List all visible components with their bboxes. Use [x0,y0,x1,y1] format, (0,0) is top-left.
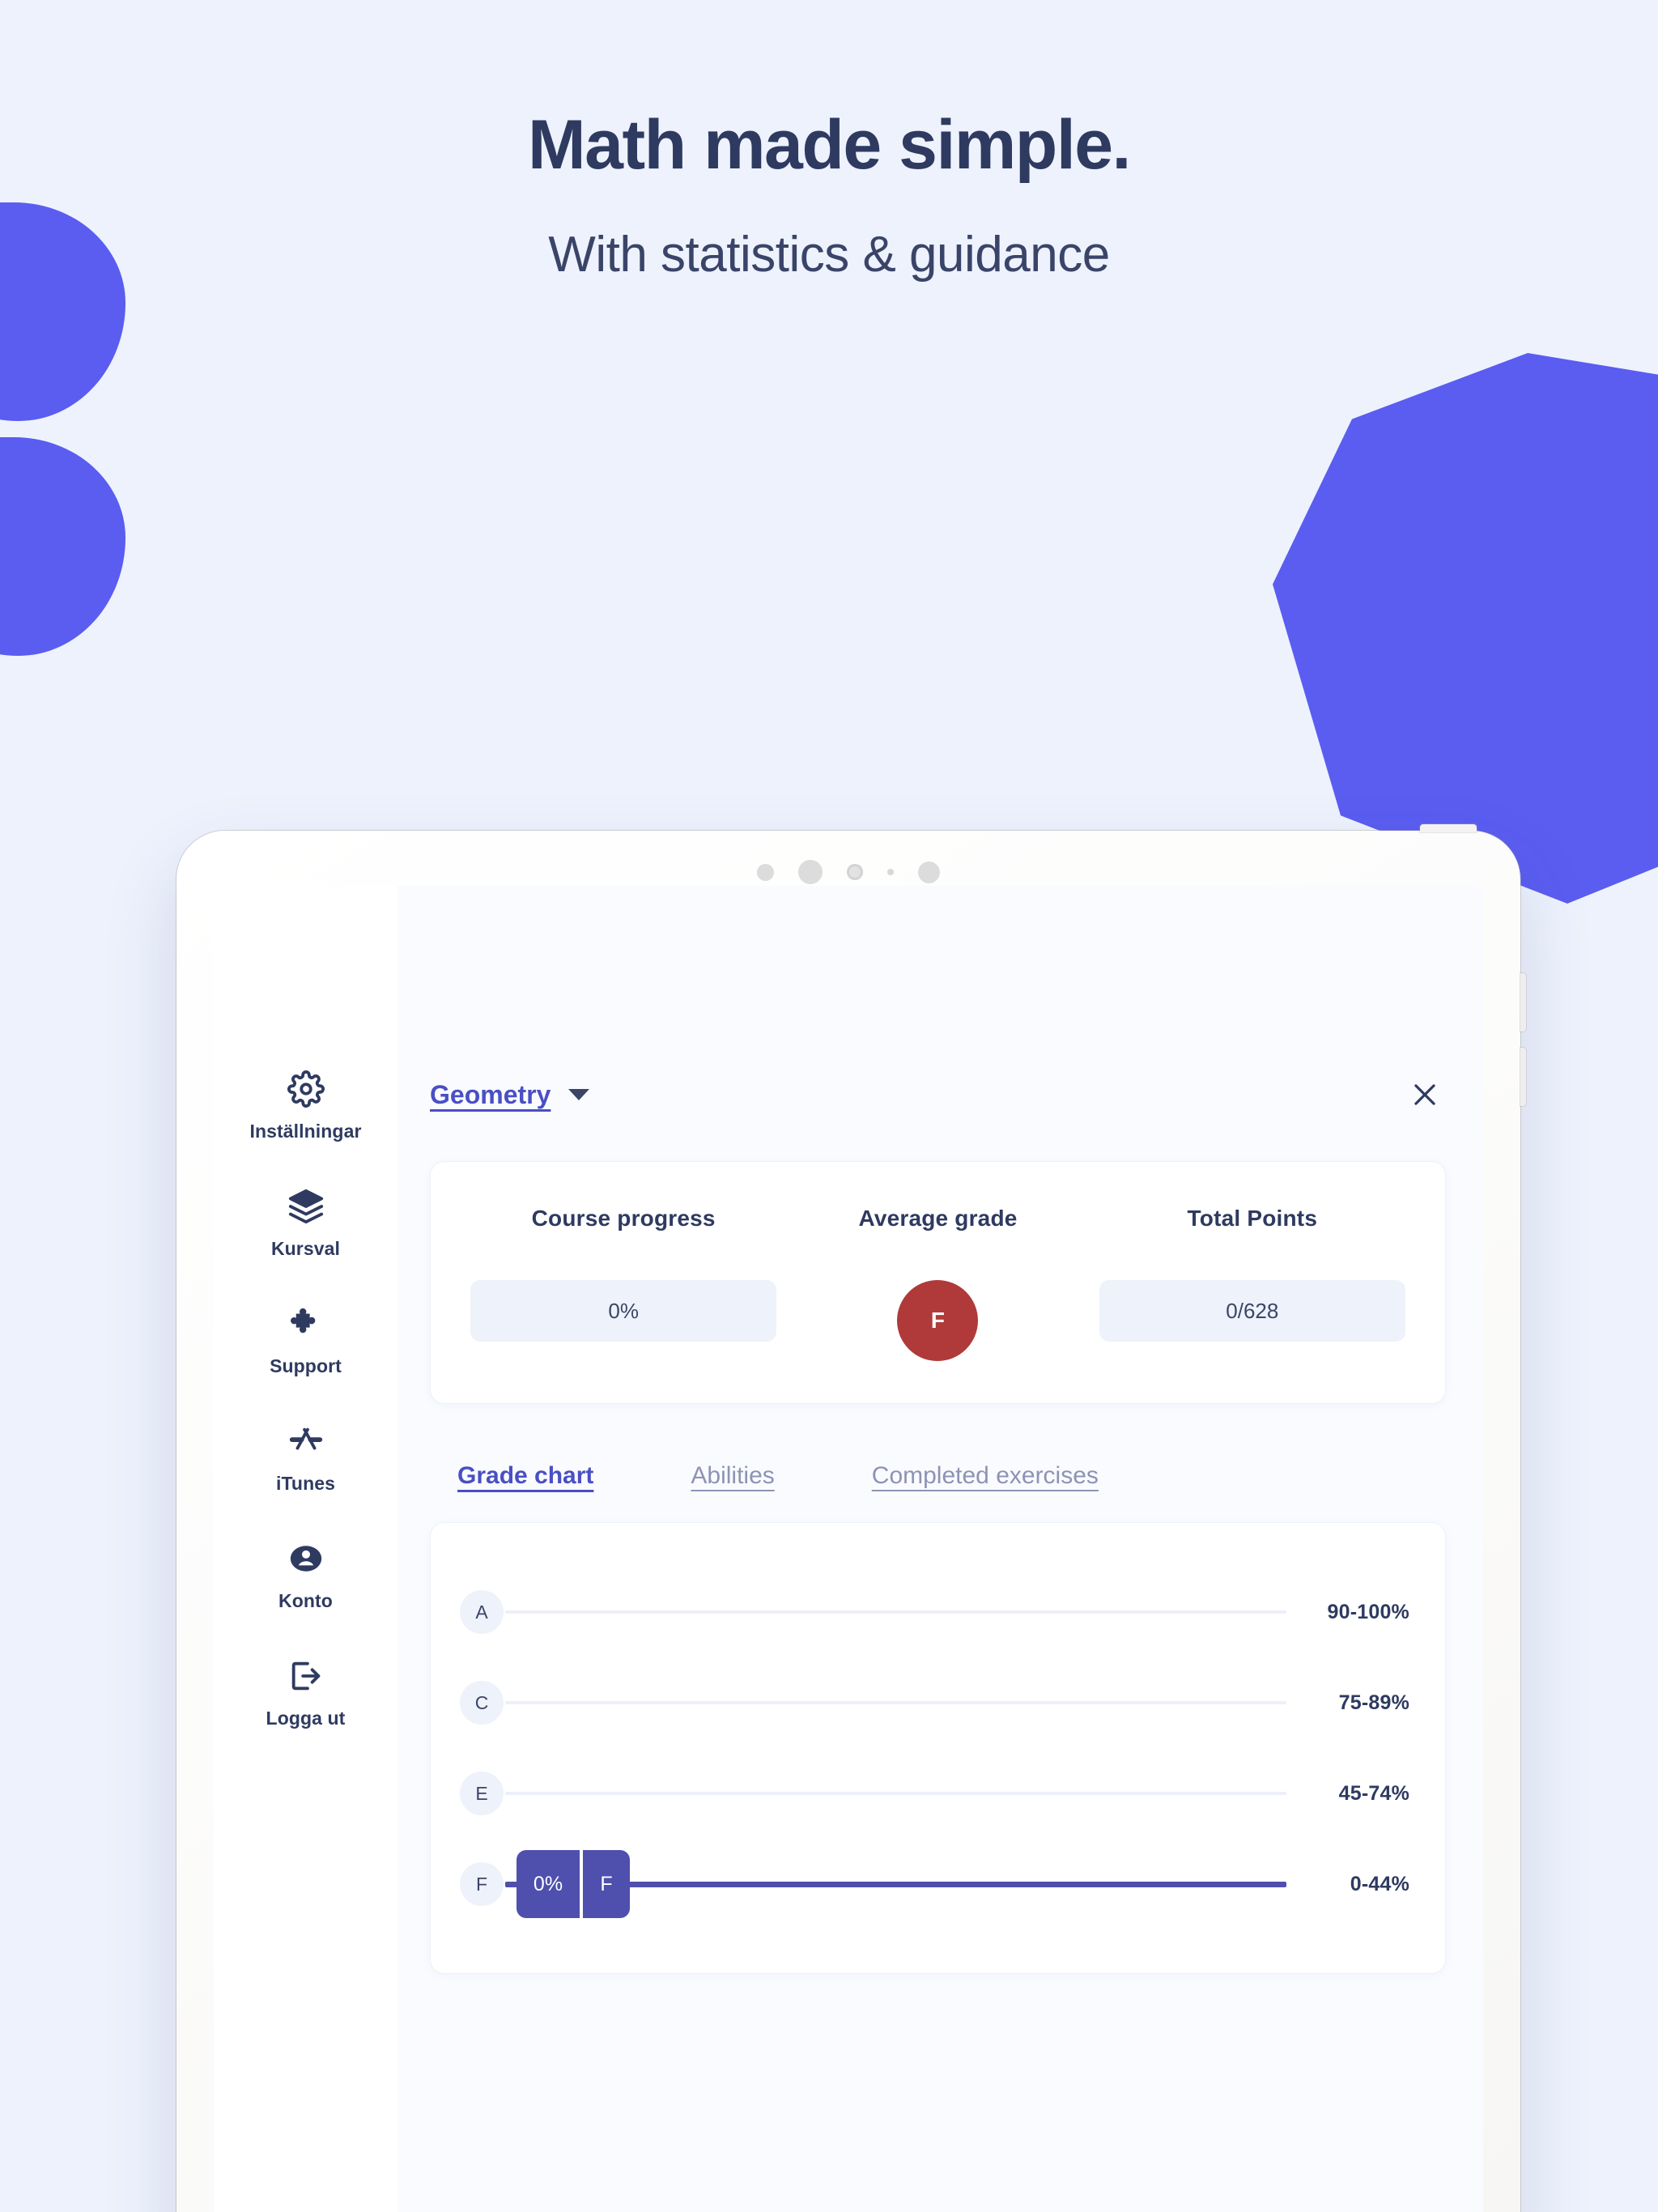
camera-lens-ring-icon [847,864,863,880]
content-topbar: Geometry [430,1072,1446,1117]
person-icon [287,1540,325,1577]
app-store-icon [287,1423,325,1460]
grade-range-label: 0-44% [1350,1872,1409,1895]
stats-card: Course progress 0% Average grade F Total… [430,1161,1446,1404]
puzzle-icon [287,1305,325,1342]
grade-track [505,1681,1286,1725]
stat-value: 0/628 [1099,1280,1405,1342]
stat-average-grade: Average grade F [780,1206,1095,1361]
grade-chart-row-current: F 0% F 0-44% [460,1839,1409,1929]
sidebar-item-label: Support [270,1355,342,1376]
sidebar-item-kursval[interactable]: Kursval [214,1165,397,1283]
camera-lens-icon [798,860,823,884]
current-progress-marker[interactable]: 0% F [517,1850,630,1918]
decorative-blob-left-bottom [0,437,125,656]
sidebar-item-installningar[interactable]: Inställningar [214,1048,397,1165]
grade-letter-badge: C [460,1681,504,1725]
sidebar-item-label: Konto [278,1590,333,1611]
sidebar-item-label: iTunes [275,1473,335,1494]
grade-track-line [505,1792,1286,1795]
tab-grade-chart[interactable]: Grade chart [457,1462,593,1490]
grade-range-label: 45-74% [1338,1781,1409,1805]
tab-abilities[interactable]: Abilities [691,1462,774,1490]
app-screen: Inställningar Kursval Support iTunes Kon… [214,886,1483,2212]
stat-total-points: Total Points 0/628 [1095,1206,1409,1361]
layers-icon [287,1188,325,1225]
grade-track-line [505,1610,1286,1614]
grade-chart-row: C 75-89% [460,1657,1409,1748]
stat-title: Course progress [531,1206,716,1231]
chevron-down-icon [568,1089,590,1100]
sidebar-item-label: Logga ut [266,1708,346,1729]
grade-track-line [505,1701,1286,1704]
course-dropdown[interactable]: Geometry [430,1079,590,1110]
device-camera-array [176,860,1520,884]
marker-percent-label: 0% [517,1850,580,1918]
page-subtitle: With statistics & guidance [548,227,1110,283]
grade-letter-badge: E [460,1772,504,1815]
status-badge: F [897,1280,979,1361]
grade-range-label: 90-100% [1327,1600,1409,1623]
logout-icon [287,1657,325,1695]
grade-track [505,1590,1286,1634]
sensor-dot-icon [757,863,774,881]
main-content: Geometry Course progress 0% Average grad… [397,886,1483,2212]
volume-down-button[interactable] [1520,1048,1526,1106]
screenshot-stage: Math made simple. With statistics & guid… [0,0,1658,2212]
grade-track [505,1772,1286,1815]
grade-letter-badge: F [460,1862,504,1906]
sidebar: Inställningar Kursval Support iTunes Kon… [214,886,397,2212]
stat-course-progress: Course progress 0% [466,1206,780,1361]
sidebar-item-label: Inställningar [249,1121,362,1142]
stat-value: 0% [470,1280,777,1342]
close-icon [1414,1084,1435,1105]
grade-track: 0% F [505,1850,1286,1918]
sidebar-item-itunes[interactable]: iTunes [214,1400,397,1517]
grade-range-label: 75-89% [1338,1691,1409,1714]
content-tabs: Grade chart Abilities Completed exercise… [430,1462,1446,1490]
sidebar-item-logga-ut[interactable]: Logga ut [214,1635,397,1752]
sidebar-item-support[interactable]: Support [214,1283,397,1400]
gear-icon [287,1070,325,1108]
sidebar-item-label: Kursval [270,1238,341,1259]
stat-title: Average grade [858,1206,1018,1231]
tab-completed-exercises[interactable]: Completed exercises [872,1462,1099,1490]
grade-chart-row: E 45-74% [460,1748,1409,1839]
sidebar-item-konto[interactable]: Konto [214,1517,397,1635]
mic-dot-icon [887,869,894,875]
device-top-nub [1420,824,1477,832]
marker-grade-label: F [583,1850,630,1918]
close-button[interactable] [1404,1074,1446,1116]
camera-lens-secondary-icon [918,861,940,883]
tablet-device-frame: Inställningar Kursval Support iTunes Kon… [176,824,1526,2212]
grade-chart-row: A 90-100% [460,1567,1409,1657]
decorative-blob-right [1273,353,1658,904]
hero-text: Math made simple. With statistics & guid… [0,0,1658,283]
grade-letter-badge: A [460,1590,504,1634]
volume-up-button[interactable] [1520,973,1526,1032]
stat-title: Total Points [1187,1206,1318,1231]
page-title: Math made simple. [528,106,1131,184]
course-dropdown-label: Geometry [430,1079,551,1109]
grade-chart-card: A 90-100% C 75-89% E 45-74% F 0% F 0-44% [430,1522,1446,1974]
